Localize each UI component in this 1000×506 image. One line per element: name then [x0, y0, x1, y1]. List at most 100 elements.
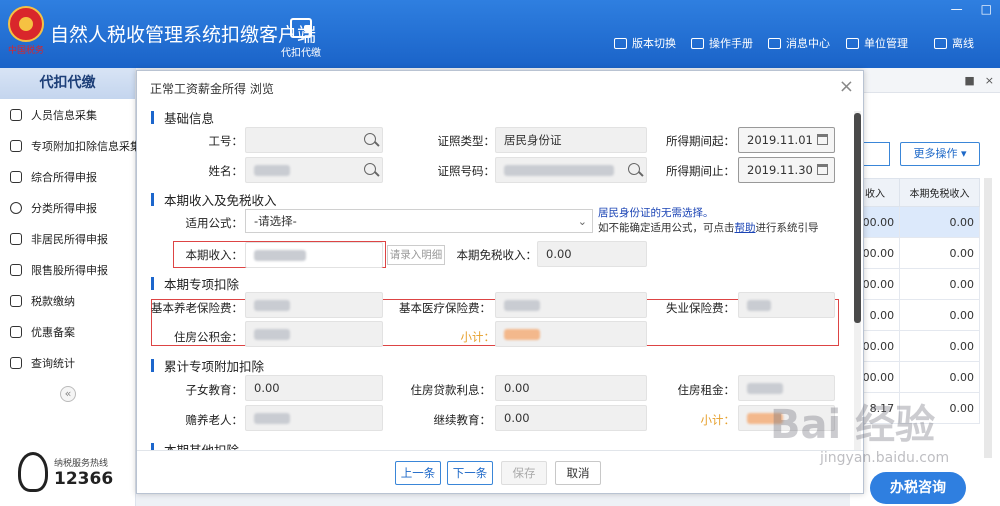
nav-unit-management[interactable]: 单位管理 — [846, 35, 908, 51]
label-unemployment: 失业保险费： — [666, 301, 735, 315]
period-start-value: 2019.11.01 — [747, 133, 813, 147]
income-table: 收入 本期免税收入 00.00 0.00 00.00 0.00 00.00 0.00 0.0… — [849, 178, 980, 424]
table-row[interactable]: 00.00 0.00 — [849, 237, 980, 269]
formula-hint-blue: 居民身份证的无需选择。 — [598, 207, 714, 219]
switch-icon — [614, 37, 627, 49]
table-row[interactable]: 00.00 0.00 — [849, 330, 980, 362]
enter-detail-button[interactable]: 请录入明细 — [387, 245, 445, 265]
sidebar-item-person-info[interactable]: 人员信息采集 — [0, 99, 135, 130]
save-button[interactable]: 保存 — [501, 461, 547, 485]
table-row[interactable]: 00.00 0.00 — [849, 361, 980, 393]
children-edu-field: 0.00 — [245, 375, 383, 401]
search-icon[interactable] — [364, 163, 376, 175]
folder-icon — [10, 294, 22, 307]
cancel-button[interactable]: 取消 — [555, 461, 601, 485]
tab-menu-button[interactable]: ■ — [964, 74, 974, 87]
redacted-value — [504, 329, 540, 340]
sidebar-item-label: 查询统计 — [31, 356, 75, 370]
section-special-deduction: 本期专项扣除 — [151, 274, 239, 293]
sidebar-item-restricted-stock[interactable]: 限售股所得申报 — [0, 254, 135, 285]
formula-select[interactable]: -请选择- ⌄ — [245, 209, 593, 233]
label-rent: 住房租金： — [677, 383, 736, 397]
table-row[interactable]: 0.00 0.00 — [849, 299, 980, 331]
sidebar-item-label: 分类所得申报 — [31, 201, 97, 215]
sidebar-item-classified-income[interactable]: 分类所得申报 — [0, 192, 135, 223]
redacted-value — [254, 250, 306, 261]
nav-version-switch[interactable]: 版本切换 — [614, 35, 676, 51]
unemployment-field — [738, 292, 835, 318]
section-title: 本期收入及免税收入 — [164, 193, 277, 208]
formula-selected: -请选择- — [254, 214, 297, 228]
sidebar-item-preferential-filing[interactable]: 优惠备案 — [0, 316, 135, 347]
section-title: 本期专项扣除 — [164, 277, 240, 292]
search-icon[interactable] — [628, 163, 640, 175]
scrollbar-thumb[interactable] — [854, 113, 861, 323]
current-income-field[interactable] — [245, 242, 383, 268]
building-icon — [846, 37, 859, 49]
label-formula: 适用公式： — [185, 216, 244, 230]
table-row[interactable]: 00.00 0.00 — [849, 206, 980, 238]
cert-number-field[interactable] — [495, 157, 647, 183]
redacted-value — [254, 329, 290, 340]
label-period-end: 所得期间止： — [666, 164, 735, 178]
hotline-label: 纳税服务热线 — [54, 458, 109, 469]
module-label: 代扣代缴 — [281, 48, 321, 59]
next-button[interactable]: 下一条 — [447, 461, 493, 485]
calendar-icon[interactable] — [817, 164, 828, 175]
dialog-body: 基础信息 工号： 证照类型： 居民身份证 所得期间起： 2019.11.01 姓… — [137, 102, 855, 452]
employee-id-field[interactable] — [245, 127, 383, 153]
section-cumulative-deduction: 累计专项附加扣除 — [151, 356, 264, 375]
pension-field — [245, 292, 383, 318]
redacted-value — [254, 165, 290, 176]
tax-free-income-field: 0.00 — [537, 241, 647, 267]
calendar-icon[interactable] — [817, 134, 828, 145]
baidu-watermark-url: jingyan.baidu.com — [820, 450, 950, 466]
hint-text: 如不能确定适用公式，可点击 — [598, 222, 735, 234]
sidebar-collapse-button[interactable]: « — [60, 386, 76, 402]
sidebar-item-comprehensive-income[interactable]: 综合所得申报 — [0, 161, 135, 192]
dialog-footer: 上一条 下一条 保存 取消 — [137, 450, 863, 493]
maximize-button[interactable]: □ — [981, 2, 992, 16]
table-scrollbar[interactable] — [984, 178, 992, 458]
tab-close-button[interactable]: × — [985, 74, 994, 87]
table-row[interactable]: 00.00 0.00 — [849, 268, 980, 300]
close-icon[interactable]: × — [839, 76, 854, 97]
nav-label: 消息中心 — [786, 37, 830, 50]
previous-button[interactable]: 上一条 — [395, 461, 441, 485]
nav-manual[interactable]: 操作手册 — [691, 35, 753, 51]
loan-interest-field: 0.00 — [495, 375, 647, 401]
sidebar-item-nonresident-income[interactable]: 非居民所得申报 — [0, 223, 135, 254]
offline-icon — [934, 37, 947, 49]
help-link[interactable]: 帮助 — [735, 222, 756, 234]
redacted-value — [747, 300, 771, 311]
formula-hint: 如不能确定适用公式，可点击帮助进行系统引导 — [598, 220, 819, 235]
person-icon — [10, 108, 22, 121]
sidebar-item-special-deduction[interactable]: 专项附加扣除信息采集 — [0, 130, 141, 161]
module-daikou[interactable]: 代扣代缴 — [276, 18, 326, 59]
elderly-support-field — [245, 405, 383, 431]
layers-icon — [10, 170, 22, 183]
label-employee-id: 工号： — [208, 134, 244, 148]
label-name: 姓名： — [208, 164, 244, 178]
sidebar-item-tax-payment[interactable]: 税款缴纳 — [0, 285, 135, 316]
period-end-field: 2019.11.30 — [738, 157, 835, 183]
nav-message-center[interactable]: 消息中心 — [768, 35, 830, 51]
label-current-income: 本期收入： — [185, 248, 244, 262]
name-field[interactable] — [245, 157, 383, 183]
nav-label: 单位管理 — [864, 37, 908, 50]
section-title: 基础信息 — [164, 111, 215, 126]
sidebar-item-query-stats[interactable]: 查询统计 — [0, 347, 135, 378]
svg-text:中国税务: 中国税务 — [8, 44, 44, 56]
consult-button[interactable]: 办税咨询 — [870, 472, 966, 504]
period-start-field: 2019.11.01 — [738, 127, 835, 153]
tab-bar-controls: ■ × — [850, 68, 1000, 93]
label-children-edu: 子女教育： — [185, 383, 244, 397]
minimize-button[interactable]: — — [951, 2, 963, 16]
section-title: 累计专项附加扣除 — [164, 359, 265, 374]
more-actions-button[interactable]: 更多操作 ▾ — [900, 142, 980, 166]
sidebar-item-label: 综合所得申报 — [31, 170, 97, 184]
hotline: 纳税服务热线 12366 — [18, 452, 113, 492]
search-icon[interactable] — [364, 133, 376, 145]
salary-detail-dialog: 正常工资薪金所得 浏览 × 基础信息 工号： 证照类型： 居民身份证 所得期间起… — [136, 70, 864, 494]
nav-offline[interactable]: 离线 — [934, 35, 974, 51]
